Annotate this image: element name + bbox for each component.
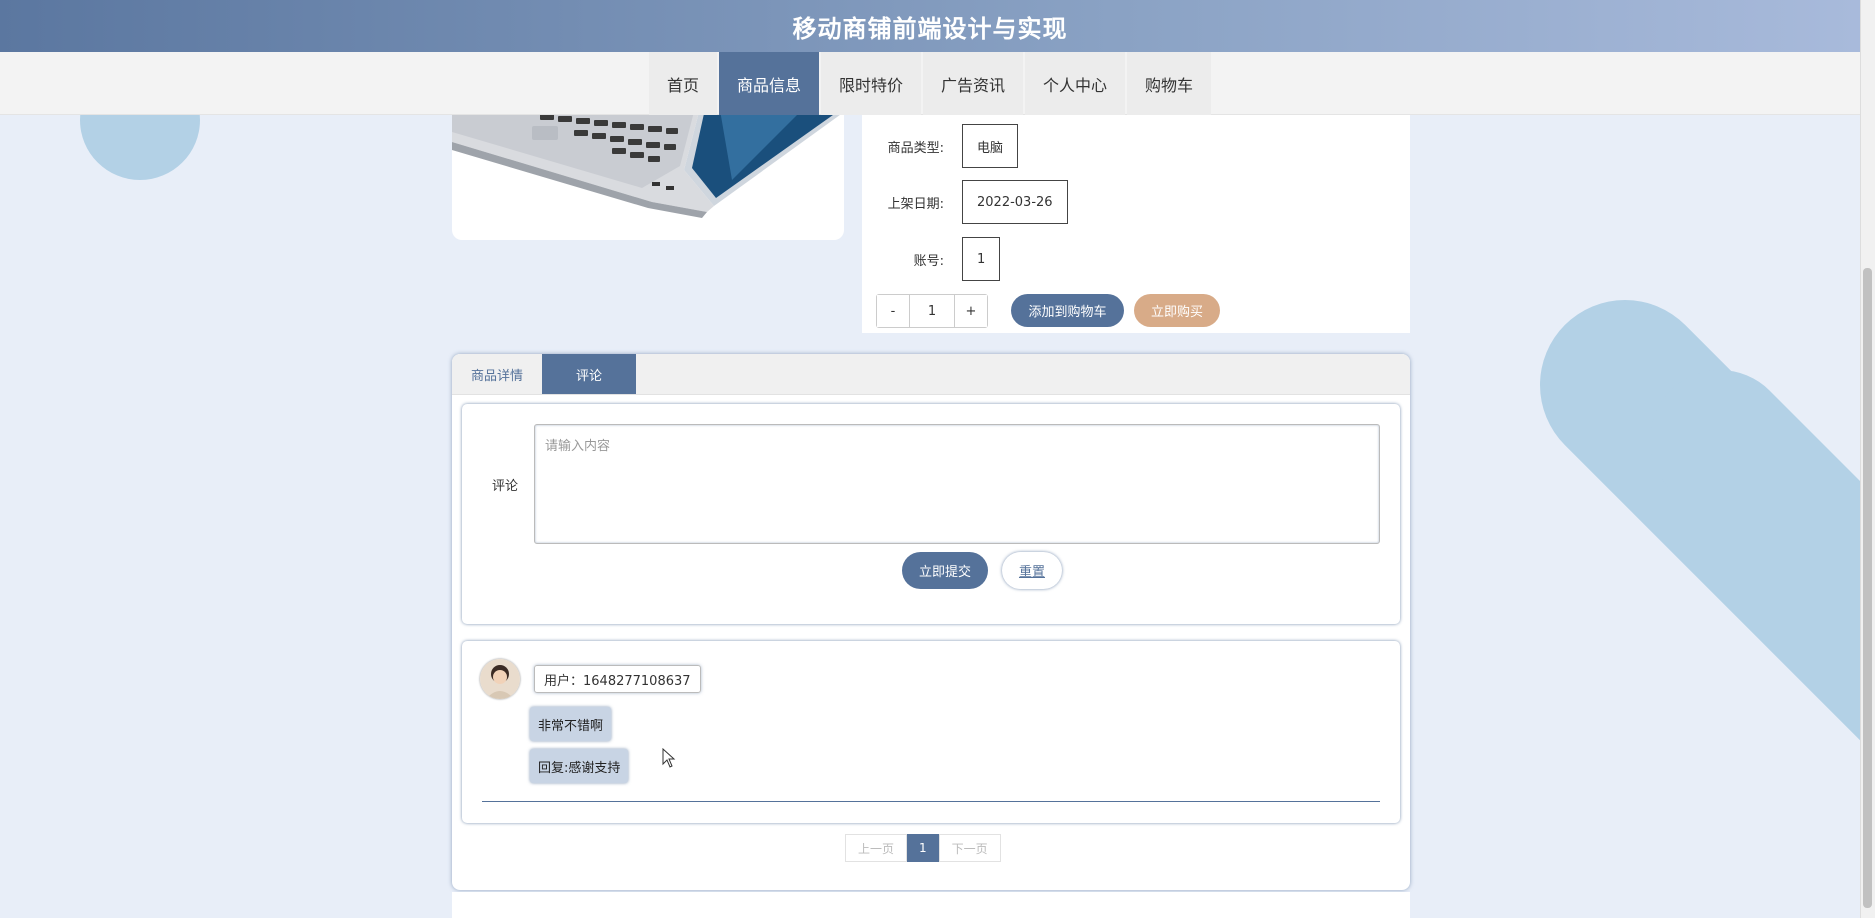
mouse-cursor-icon [662,748,676,768]
user-avatar-icon [480,659,520,699]
quantity-increase-button[interactable]: + [955,295,987,327]
nav-item-profile[interactable]: 个人中心 [1025,52,1126,115]
background-decoration [1621,341,1875,766]
background-decoration [1504,264,1875,918]
nav-item-products[interactable]: 商品信息 [718,52,819,115]
product-info: 商品类型: 电脑 上架日期: 2022-03-26 账号: 1 - 1 + 添加… [862,100,1410,333]
reset-button[interactable]: 重置 [1002,552,1062,589]
scrollbar-thumb[interactable] [1863,268,1872,908]
comment-reply: 回复:感谢支持 [530,749,629,783]
product-image [452,100,844,240]
comment-list: 用户：1648277108637 非常不错啊 回复:感谢支持 [462,641,1400,823]
buy-now-button[interactable]: 立即购买 [1134,294,1220,327]
site-header: 移动商铺前端设计与实现 [0,0,1860,52]
listing-date-row: 上架日期: 2022-03-26 [862,180,1068,224]
nav-item-news[interactable]: 广告资讯 [923,52,1024,115]
product-type-value: 电脑 [962,124,1019,168]
scrollbar[interactable] [1860,0,1875,918]
account-label: 账号: [913,253,944,269]
site-title: 移动商铺前端设计与实现 [792,14,1068,43]
product-type-label: 商品类型: [887,140,944,156]
quantity-input[interactable]: 1 [909,295,955,327]
tab-comments[interactable]: 评论 [542,354,637,394]
product-type-row: 商品类型: 电脑 [862,124,1019,168]
comment-user: 用户：1648277108637 [534,665,701,693]
add-to-cart-button[interactable]: 添加到购物车 [1011,294,1124,327]
tab-bar: 商品详情 评论 [452,354,1410,395]
comment-label: 评论 [492,479,519,494]
avatar [480,659,520,699]
listing-date-label: 上架日期: [887,196,944,212]
quantity-stepper: - 1 + [876,294,988,328]
main-nav: 首页 商品信息 限时特价 广告资讯 个人中心 购物车 [0,52,1860,115]
page-number[interactable]: 1 [907,834,939,862]
prev-page-button[interactable]: 上一页 [845,834,908,862]
nav-item-specials[interactable]: 限时特价 [820,52,921,115]
comment-form: 评论 立即提交 重置 [462,404,1400,624]
bottom-section [452,892,1410,918]
account-value: 1 [962,237,1001,281]
laptop-image [452,100,844,218]
comment-textarea[interactable] [534,424,1380,544]
submit-button[interactable]: 立即提交 [902,552,988,589]
comment-content: 非常不错啊 [530,707,612,741]
quantity-decrease-button[interactable]: - [877,295,909,327]
account-row: 账号: 1 [862,237,1001,281]
nav-item-cart[interactable]: 购物车 [1127,52,1212,115]
listing-date-value: 2022-03-26 [962,180,1068,224]
tab-product-details[interactable]: 商品详情 [452,354,542,394]
divider [482,801,1380,802]
pagination: 上一页 1 下一页 [845,834,1001,862]
detail-tabs-panel: 商品详情 评论 评论 立即提交 重置 用户：1648277108637 非常不错… [452,354,1410,890]
next-page-button[interactable]: 下一页 [938,834,1001,862]
nav-item-home[interactable]: 首页 [648,52,717,115]
